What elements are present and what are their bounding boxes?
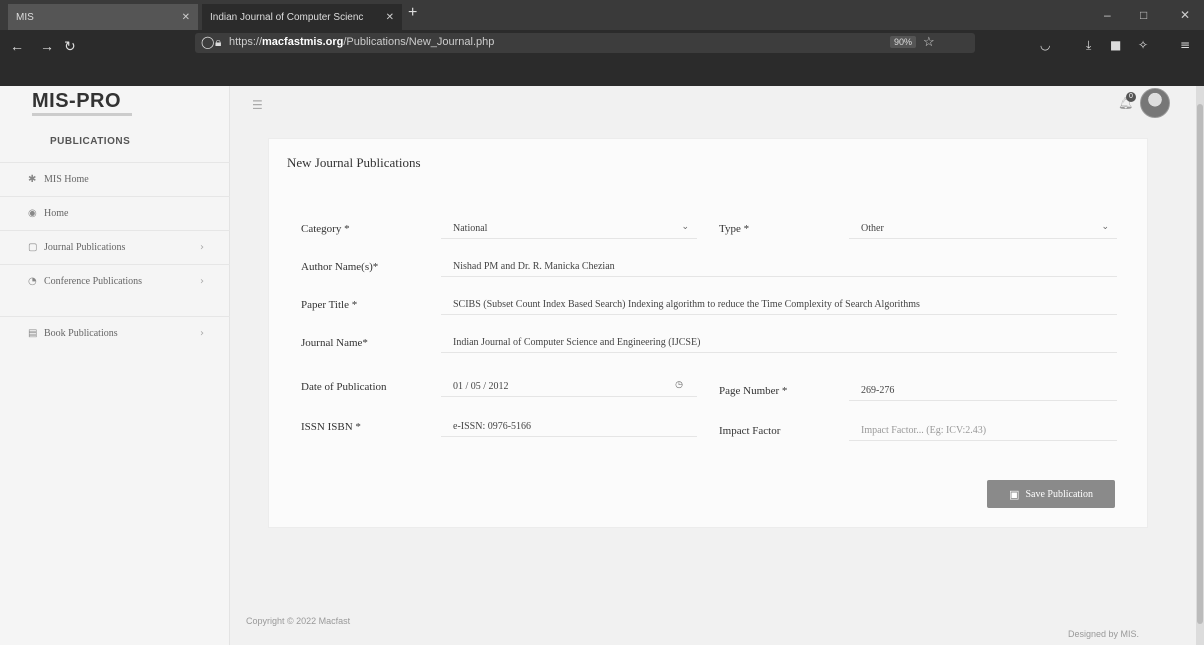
home-icon: ✱: [28, 174, 37, 185]
extension-icon[interactable]: ■: [1110, 38, 1121, 52]
chevron-down-icon: ⌄: [1101, 222, 1109, 232]
minimize-icon[interactable]: –: [1104, 8, 1111, 22]
maximize-icon[interactable]: □: [1140, 8, 1147, 22]
impact-factor-label: Impact Factor: [719, 425, 781, 437]
scrollbar-thumb[interactable]: [1197, 104, 1203, 624]
pocket-icon[interactable]: ◡: [1040, 38, 1050, 52]
issn-label: ISSN ISBN *: [301, 421, 361, 433]
lock-icon[interactable]: 🔒︎: [215, 35, 221, 50]
browser-tab-bar: MIS ✕ Indian Journal of Computer Scienc …: [0, 0, 1204, 30]
tab-label: MIS: [16, 11, 34, 23]
close-window-icon[interactable]: ✕: [1180, 8, 1190, 22]
download-icon[interactable]: ⤓: [1086, 38, 1091, 53]
hamburger-menu-icon[interactable]: ☰: [252, 98, 263, 112]
chevron-right-icon: ›: [200, 276, 204, 287]
category-label: Category *: [301, 223, 350, 235]
paper-title-label: Paper Title *: [301, 299, 358, 311]
notification-badge: 0: [1126, 92, 1136, 102]
address-bar[interactable]: ◯ 🔒︎ https://macfastmis.org/Publications…: [195, 33, 975, 53]
sidebar-item-label: Home: [44, 208, 69, 219]
author-input[interactable]: Nishad PM and Dr. R. Manicka Chezian: [441, 255, 1117, 277]
sidebar-item-mis-home[interactable]: ✱ MIS Home: [0, 162, 230, 196]
shield-icon[interactable]: ◯: [201, 35, 214, 49]
chevron-down-icon: ⌄: [681, 222, 689, 232]
type-select[interactable]: Other ⌄: [849, 217, 1117, 239]
zoom-level[interactable]: 90%: [890, 36, 917, 48]
type-label: Type *: [719, 223, 750, 235]
page: MIS-PRO PUBLICATIONS ✱ MIS Home ◉ Home ▢…: [0, 86, 1196, 645]
sidebar-item-journal-publications[interactable]: ▢ Journal Publications ›: [0, 230, 230, 264]
issn-input[interactable]: e-ISSN: 0976-5166: [441, 415, 697, 437]
close-tab-icon[interactable]: ✕: [386, 12, 394, 23]
type-value: Other: [861, 223, 884, 234]
journal-name-input[interactable]: Indian Journal of Computer Science and E…: [441, 331, 1117, 353]
date-value: 01 / 05 / 2012: [453, 381, 509, 392]
page-number-input[interactable]: 269-276: [849, 379, 1117, 401]
date-input[interactable]: 01 / 05 / 2012 ◷: [441, 375, 697, 397]
browser-tab-journal[interactable]: Indian Journal of Computer Scienc ✕: [202, 4, 402, 30]
author-label: Author Name(s)*: [301, 261, 379, 273]
close-tab-icon[interactable]: ✕: [182, 12, 190, 23]
footer-designed-by: Designed by MIS.: [1068, 629, 1140, 639]
chevron-right-icon: ›: [200, 328, 204, 339]
paper-title-input[interactable]: SCIBS (Subset Count Index Based Search) …: [441, 293, 1117, 315]
book-icon: ▤: [28, 328, 38, 339]
new-tab-button[interactable]: +: [408, 4, 417, 22]
forward-icon[interactable]: →: [40, 38, 54, 54]
file-icon: ▢: [28, 242, 38, 253]
browser-nav-bar: ← → ↻ ◯ 🔒︎ https://macfastmis.org/Public…: [0, 30, 1204, 86]
sidebar-item-label: Journal Publications: [44, 242, 126, 253]
url-text: https://macfastmis.org/Publications/New_…: [229, 36, 495, 48]
save-publication-button[interactable]: ▣ Save Publication: [987, 480, 1115, 508]
reload-icon[interactable]: ↻: [64, 38, 76, 55]
page-title: New Journal Publications: [287, 155, 421, 170]
menu-icon[interactable]: ≡: [1180, 38, 1190, 52]
sidebar-item-home[interactable]: ◉ Home: [0, 196, 230, 230]
extensions-puzzle-icon[interactable]: ✧: [1138, 38, 1148, 52]
sidebar-item-book-publications[interactable]: ▤ Book Publications ›: [0, 316, 230, 350]
back-icon[interactable]: ←: [10, 38, 24, 54]
logo[interactable]: MIS-PRO: [32, 90, 121, 113]
footer-copyright: Copyright © 2022 Macfast: [246, 616, 351, 626]
avatar[interactable]: [1140, 88, 1170, 118]
bookmark-star-icon[interactable]: ☆: [923, 34, 935, 50]
calendar-icon[interactable]: ◷: [675, 380, 683, 390]
page-scrollbar[interactable]: [1196, 86, 1204, 645]
sidebar: MIS-PRO PUBLICATIONS ✱ MIS Home ◉ Home ▢…: [0, 86, 230, 645]
sidebar-section-title: PUBLICATIONS: [50, 136, 131, 147]
journal-form-card: New Journal Publications Category * Nati…: [268, 138, 1148, 528]
sidebar-item-label: MIS Home: [44, 174, 89, 185]
save-label: Save Publication: [1025, 488, 1093, 500]
dashboard-icon: ◉: [28, 208, 37, 219]
page-number-label: Page Number *: [719, 385, 788, 397]
impact-factor-input[interactable]: Impact Factor... (Eg: ICV:2.43): [849, 419, 1117, 441]
sidebar-item-label: Book Publications: [44, 328, 118, 339]
chevron-right-icon: ›: [200, 242, 204, 253]
globe-icon: ◔: [28, 276, 37, 287]
browser-tab-mis[interactable]: MIS ✕: [8, 4, 198, 30]
journal-name-label: Journal Name*: [301, 337, 368, 349]
floppy-disk-icon: ▣: [1009, 487, 1020, 501]
sidebar-item-conference-publications[interactable]: ◔ Conference Publications ›: [0, 264, 230, 298]
category-select[interactable]: National ⌄: [441, 217, 697, 239]
tab-label: Indian Journal of Computer Scienc: [210, 11, 364, 23]
date-label: Date of Publication: [301, 381, 387, 393]
logo-tagline: [32, 113, 132, 116]
sidebar-item-label: Conference Publications: [44, 276, 143, 287]
category-value: National: [453, 223, 488, 234]
